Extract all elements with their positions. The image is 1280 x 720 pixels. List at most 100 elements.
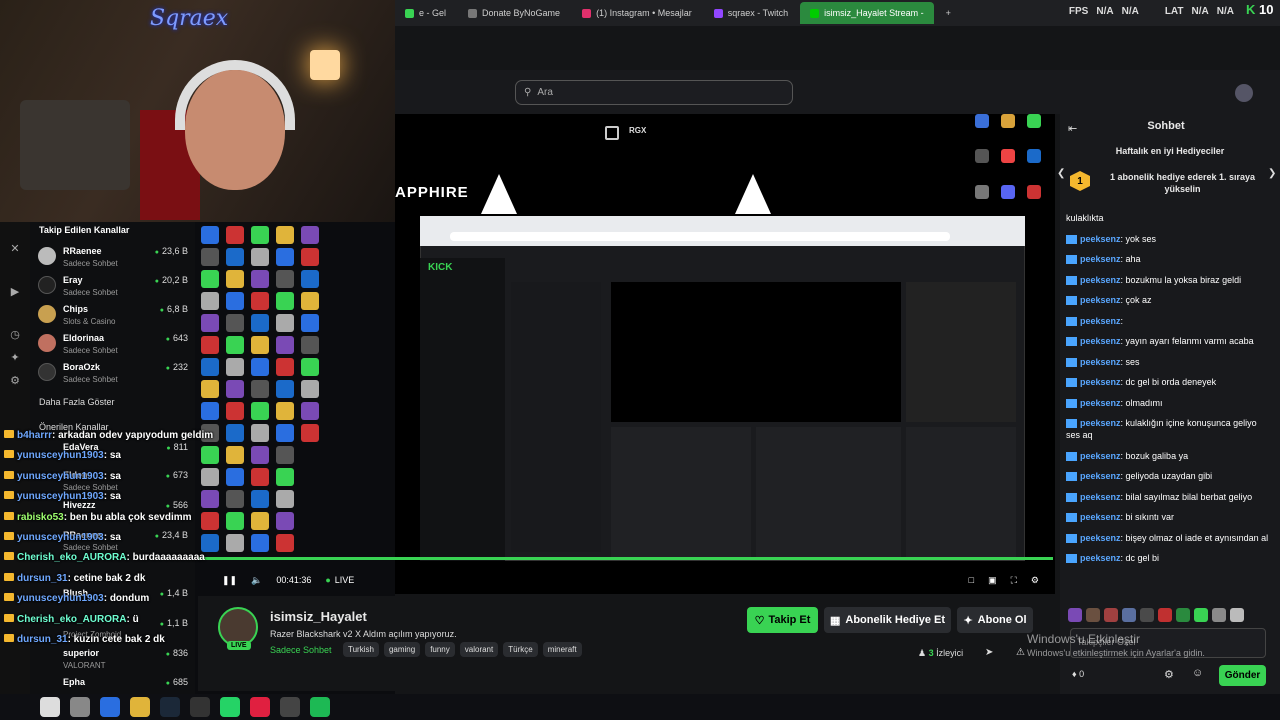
chat-username[interactable]: peeksenz xyxy=(1080,275,1121,285)
emote-icon[interactable] xyxy=(1230,608,1244,622)
rgx-button[interactable]: RGX xyxy=(629,126,646,135)
stream-tag[interactable]: gaming xyxy=(383,642,421,657)
avatar xyxy=(38,363,56,381)
settings-icon[interactable]: ⚙ xyxy=(0,374,30,387)
points-display[interactable]: ♦ 0 xyxy=(1072,669,1084,679)
opera-icon[interactable] xyxy=(250,697,270,717)
obs-icon[interactable] xyxy=(280,697,300,717)
emote-icon[interactable] xyxy=(1122,608,1136,622)
share-icon[interactable]: ➤ xyxy=(985,647,993,658)
chat-username[interactable]: peeksenz xyxy=(1080,316,1121,326)
emote-icon[interactable] xyxy=(1194,608,1208,622)
compass-icon[interactable]: ✦ xyxy=(0,351,30,364)
theater-icon[interactable]: □ xyxy=(969,575,974,585)
stream-tag[interactable]: valorant xyxy=(459,642,499,657)
points-value: 0 xyxy=(1079,669,1085,679)
chrome-icon[interactable] xyxy=(100,697,120,717)
chat-username[interactable]: peeksenz xyxy=(1080,492,1121,502)
user-avatar[interactable] xyxy=(1235,84,1253,102)
clock-icon[interactable]: ◷ xyxy=(0,328,30,341)
settings-icon[interactable]: ⚙ xyxy=(1031,575,1039,586)
emote-picker-icon[interactable]: ☺ xyxy=(1192,667,1203,679)
steam-icon[interactable] xyxy=(160,697,180,717)
epic-icon[interactable] xyxy=(190,697,210,717)
users-icon: ♟ xyxy=(918,648,927,658)
gift-subscription-button[interactable]: ▦ Abonelik Hediye Et xyxy=(824,607,951,633)
overlay-text: : cetine bak 2 dk xyxy=(67,572,146,584)
stream-tag[interactable]: Türkçe xyxy=(503,642,538,657)
desktop-app-icon xyxy=(251,358,269,376)
new-tab-button[interactable]: + xyxy=(936,2,961,24)
browser-tab[interactable]: e - Gel xyxy=(395,2,456,24)
emote-icon[interactable] xyxy=(1212,608,1226,622)
chat-username[interactable]: peeksenz xyxy=(1080,398,1121,408)
search-input[interactable]: ⚲ Ara xyxy=(515,80,793,105)
send-button[interactable]: Gönder xyxy=(1219,665,1266,686)
report-icon[interactable]: ⚠ xyxy=(1016,647,1025,658)
chat-username[interactable]: peeksenz xyxy=(1080,254,1121,264)
browser-tab[interactable]: (1) Instagram • Mesajlar xyxy=(572,2,702,24)
video-overlay-text: APPHIRE xyxy=(395,184,469,201)
followed-channel[interactable]: Chips Slots & Casino 6,8 B xyxy=(38,302,188,330)
chevron-left-icon[interactable]: ❮ xyxy=(1057,168,1065,179)
chat-settings-icon[interactable]: ⚙ xyxy=(1164,668,1174,681)
chat-username[interactable]: peeksenz xyxy=(1080,295,1121,305)
overlay-username: yunusceyhun1903 xyxy=(17,532,104,543)
search-icon[interactable] xyxy=(70,697,90,717)
stream-tag[interactable]: funny xyxy=(425,642,455,657)
chat-text: : yok ses xyxy=(1120,233,1157,244)
chat-username[interactable]: peeksenz xyxy=(1080,451,1121,461)
emote-icon[interactable] xyxy=(1140,608,1154,622)
chat-username[interactable]: peeksenz xyxy=(1080,471,1121,481)
followed-channel[interactable]: Eray Sadece Sohbet 20,2 B xyxy=(38,273,188,301)
chat-username[interactable]: peeksenz xyxy=(1080,357,1121,367)
emote-icon[interactable] xyxy=(1176,608,1190,622)
windows-icon[interactable] xyxy=(40,697,60,717)
stream-tag[interactable]: Turkish xyxy=(343,642,379,657)
fullscreen-icon[interactable]: ⛶ xyxy=(1011,575,1017,586)
chat-username[interactable]: peeksenz xyxy=(1080,336,1121,346)
spotify-icon[interactable] xyxy=(310,697,330,717)
overlay-chat-line: b4harrr: arkadan odev yapıyodum geldim xyxy=(4,430,213,441)
emote-icon[interactable] xyxy=(1158,608,1172,622)
followed-channel[interactable]: RRaenee Sadece Sohbet 23,6 B xyxy=(38,244,188,272)
kick-icon xyxy=(810,8,820,18)
show-more-link[interactable]: Daha Fazla Göster xyxy=(39,397,115,407)
pip-icon[interactable]: ▣ xyxy=(988,575,997,586)
chevron-right-icon[interactable]: ❯ xyxy=(1268,168,1276,179)
browser-tab[interactable]: Donate ByNoGame xyxy=(458,2,570,24)
whatsapp-icon[interactable] xyxy=(220,697,240,717)
desktop-app-icon xyxy=(201,336,219,354)
chat-username[interactable]: peeksenz xyxy=(1080,512,1121,522)
streamer-name[interactable]: isimsiz_Hayalet xyxy=(270,609,367,624)
instagram-icon xyxy=(582,8,592,18)
chat-text: : xyxy=(1120,315,1124,326)
badge-icon xyxy=(1066,513,1077,523)
play-icon[interactable]: ▶ xyxy=(0,285,30,298)
stream-tag[interactable]: mineraft xyxy=(542,642,582,657)
video-progress-line xyxy=(198,557,1053,560)
channel-name: RRaenee xyxy=(63,246,102,256)
chat-username[interactable]: peeksenz xyxy=(1080,553,1121,563)
emote-icon[interactable] xyxy=(1104,608,1118,622)
followed-channel[interactable]: Eldorinaa Sadece Sohbet 643 xyxy=(38,331,188,359)
volume-icon[interactable]: 🔈 xyxy=(251,575,262,586)
stream-tags: Turkish gaming funny valorant Türkçe mineraft xyxy=(343,642,582,657)
chat-username[interactable]: peeksenz xyxy=(1080,533,1121,543)
stream-category[interactable]: Sadece Sohbet xyxy=(270,645,332,655)
subscribe-button[interactable]: ✦ Abone Ol xyxy=(957,607,1033,633)
copy-icon[interactable] xyxy=(605,126,619,140)
emote-icon[interactable] xyxy=(1086,608,1100,622)
browser-tab-active[interactable]: isimsiz_Hayalet Stream - xyxy=(800,2,934,24)
desktop-app-icon xyxy=(251,468,269,486)
chat-username[interactable]: peeksenz xyxy=(1080,377,1121,387)
chat-message: peeksenz: xyxy=(1066,315,1272,327)
browser-tab[interactable]: sqraex - Twitch xyxy=(704,2,798,24)
emote-icon[interactable] xyxy=(1068,608,1082,622)
followed-channel[interactable]: BoraOzk Sadece Sohbet 232 xyxy=(38,360,188,388)
folder-icon[interactable] xyxy=(130,697,150,717)
chat-username[interactable]: peeksenz xyxy=(1080,418,1121,428)
x-icon[interactable]: ✕ xyxy=(0,242,30,255)
follow-button[interactable]: ♡ Takip Et xyxy=(747,607,818,633)
chat-username[interactable]: peeksenz xyxy=(1080,234,1121,244)
